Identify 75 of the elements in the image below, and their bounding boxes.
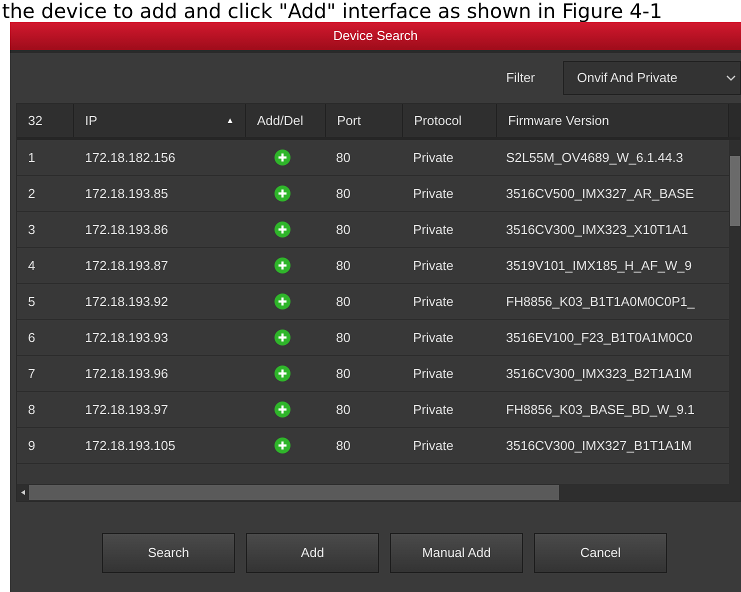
table-cell-text: 172.18.193.85 [84, 184, 170, 203]
add-icon[interactable] [274, 401, 291, 418]
table-cell-text: 3516CV300_IMX323_B2T1A1M [505, 364, 693, 383]
add-icon[interactable] [274, 185, 291, 202]
table-cell-text: 172.18.193.86 [84, 220, 170, 239]
add-icon[interactable] [274, 221, 291, 238]
table-cell-text: 80 [335, 184, 352, 203]
table-cell-text: Private [412, 220, 454, 239]
table-cell-text: 80 [335, 148, 352, 167]
table-cell-text: Private [412, 256, 454, 275]
table-cell-text: 2 [27, 184, 36, 203]
dialog-button[interactable]: Add [246, 533, 379, 573]
horizontal-scrollbar[interactable] [17, 484, 729, 501]
table-cell-text: 172.18.193.87 [84, 256, 170, 275]
scrollbar-thumb[interactable] [730, 156, 740, 226]
table-cell-text: 172.18.182.156 [84, 148, 176, 167]
table-cell-text: 3516EV100_F23_B1T0A1M0C0 [505, 328, 694, 347]
chevron-down-icon [726, 75, 736, 81]
table-cell-text: 7 [27, 364, 36, 383]
filter-dropdown[interactable]: Onvif And Private [563, 61, 741, 95]
add-icon[interactable] [274, 365, 291, 382]
table-cell-text: 80 [335, 256, 352, 275]
table-cell-text: 172.18.193.97 [84, 400, 170, 419]
scroll-left-icon[interactable] [21, 490, 25, 495]
table-cell-text: 3516CV500_IMX327_AR_BASE [505, 184, 695, 203]
column-header[interactable]: Port [326, 104, 403, 137]
table-cell-text: 80 [335, 400, 352, 419]
table-cell-text: Private [412, 400, 454, 419]
table-cell-text: Private [412, 328, 454, 347]
table-cell-text: S2L55M_OV4689_W_6.1.44.3 [505, 148, 684, 167]
table-cell-text: 3519V101_IMX185_H_AF_W_9 [505, 256, 693, 275]
table-cell-text: 172.18.193.93 [84, 328, 170, 347]
add-icon[interactable] [274, 329, 291, 346]
filter-label: Filter [506, 69, 535, 88]
column-header[interactable]: Protocol [403, 104, 497, 137]
table-cell-text: 1 [27, 148, 36, 167]
table-cell-text: 4 [27, 256, 36, 275]
table-cell-text: 172.18.193.96 [84, 364, 170, 383]
dialog-button[interactable]: Search [102, 533, 235, 573]
table-cell-text: 3516CV300_IMX323_X10T1A1 [505, 220, 690, 239]
table-cell-text: 8 [27, 400, 36, 419]
scrollbar-thumb[interactable] [29, 485, 559, 500]
table-cell-text: 80 [335, 328, 352, 347]
table-cell-text: Private [412, 364, 454, 383]
table-cell-text: 9 [27, 436, 36, 455]
table-cell-text: Private [412, 148, 454, 167]
sort-indicator: ▲ [226, 114, 234, 126]
vertical-scrollbar[interactable] [729, 140, 740, 501]
table-cell-text: FH8856_K03_BASE_BD_W_9.1 [505, 400, 696, 419]
table-cell-text: 80 [335, 436, 352, 455]
table-cell-text: 80 [335, 220, 352, 239]
add-icon[interactable] [274, 293, 291, 310]
column-header[interactable]: Add/Del [246, 104, 326, 137]
column-header[interactable]: 32 [17, 104, 74, 137]
table-cell-text: 5 [27, 292, 36, 311]
table-cell-text: FH8856_K03_B1T1A0M0C0P1_ [505, 292, 696, 311]
table-cell-text: 80 [335, 364, 352, 383]
table-cell-text: 172.18.193.92 [84, 292, 170, 311]
table-cell-text: 80 [335, 292, 352, 311]
add-icon[interactable] [274, 149, 291, 166]
column-header[interactable]: Firmware Version [497, 104, 729, 137]
table-cell-text: 6 [27, 328, 36, 347]
window-title: Device Search [333, 27, 418, 46]
table-cell-text: Private [412, 292, 454, 311]
add-icon[interactable] [274, 437, 291, 454]
dialog-button[interactable]: Manual Add [390, 533, 523, 573]
table-cell-text: 172.18.193.105 [84, 436, 176, 455]
table-cell-text: Private [412, 436, 454, 455]
table-cell-text: Private [412, 184, 454, 203]
add-icon[interactable] [274, 257, 291, 274]
table-cell-text: 3 [27, 220, 36, 239]
document-text: the device to add and click "Add" interface as shown in Figure 4-1 [2, 0, 662, 22]
dialog-button[interactable]: Cancel [534, 533, 667, 573]
column-header[interactable]: IP ▲ [74, 104, 246, 137]
table-cell-text: 3516CV300_IMX327_B1T1A1M [505, 436, 693, 455]
